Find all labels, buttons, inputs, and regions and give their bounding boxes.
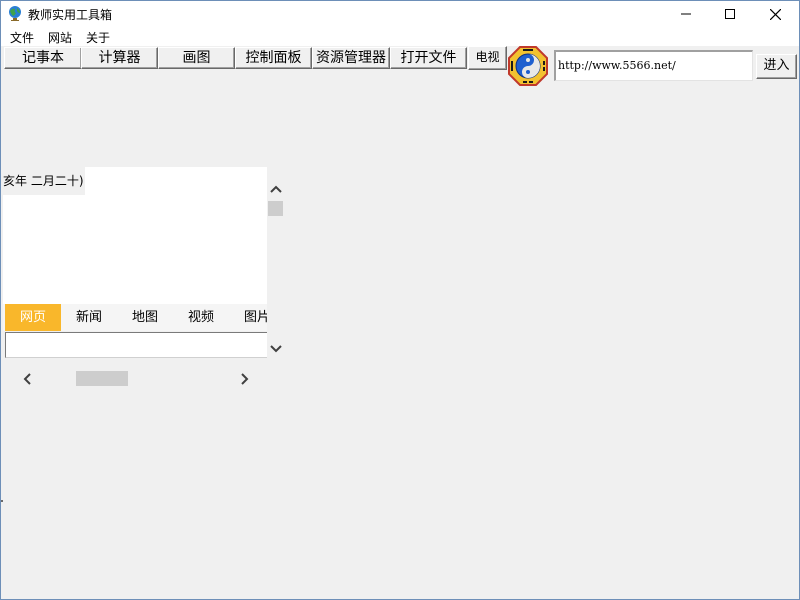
paint-button[interactable]: 画图 (158, 47, 235, 69)
close-button[interactable] (752, 1, 798, 27)
menu-file[interactable]: 文件 (10, 29, 34, 46)
window-title: 教师实用工具箱 (28, 8, 113, 22)
tab-news[interactable]: 新闻 (61, 304, 117, 331)
menu-about[interactable]: 关于 (86, 29, 110, 46)
globe-app-icon (9, 6, 21, 21)
tab-images[interactable]: 图片 (229, 304, 267, 331)
lunar-date-label: 亥年 二月二十) (3, 167, 85, 195)
menu-website[interactable]: 网站 (48, 29, 72, 46)
horizontal-scrollbar-thumb[interactable] (76, 371, 128, 386)
window-edge-divider (1, 500, 3, 502)
notepad-button[interactable]: 记事本 (4, 47, 82, 69)
close-icon (769, 8, 781, 20)
maximize-button[interactable] (707, 1, 753, 27)
tab-web[interactable]: 网页 (5, 304, 61, 331)
maximize-icon (725, 9, 735, 19)
control-panel-button[interactable]: 控制面板 (235, 47, 312, 69)
lunar-date-text: 亥年 二月二十) (3, 174, 84, 188)
tab-video[interactable]: 视频 (173, 304, 229, 331)
tab-map[interactable]: 地图 (117, 304, 173, 331)
vertical-scrollbar-thumb[interactable] (268, 201, 283, 216)
url-input[interactable]: http://www.5566.net/ (554, 50, 753, 81)
calendar-panel: 亥年 二月二十) (3, 167, 267, 304)
menu-bar: 文件 网站 关于 (1, 27, 799, 46)
bagua-taiji-icon[interactable] (507, 45, 549, 87)
scroll-down-arrow-icon[interactable] (269, 343, 283, 355)
minimize-button[interactable] (663, 1, 709, 27)
go-button[interactable]: 进入 (756, 54, 797, 79)
app-window: 教师实用工具箱 文件 网站 关于 记事本 计算器 画图 控制面板 资源管理器 打… (0, 0, 800, 600)
title-bar[interactable]: 教师实用工具箱 (1, 1, 799, 27)
scroll-left-arrow-icon[interactable] (21, 372, 33, 386)
search-tab-bar: 网页 新闻 地图 视频 图片 (3, 304, 267, 331)
minimize-icon (681, 13, 691, 15)
scroll-up-arrow-icon[interactable] (269, 183, 283, 195)
file-explorer-button[interactable]: 资源管理器 (312, 47, 390, 69)
search-input[interactable] (5, 332, 267, 358)
tv-button[interactable]: 电视 (468, 46, 507, 70)
scroll-right-arrow-icon[interactable] (239, 372, 251, 386)
open-file-button[interactable]: 打开文件 (390, 47, 467, 69)
calculator-button[interactable]: 计算器 (81, 47, 158, 69)
